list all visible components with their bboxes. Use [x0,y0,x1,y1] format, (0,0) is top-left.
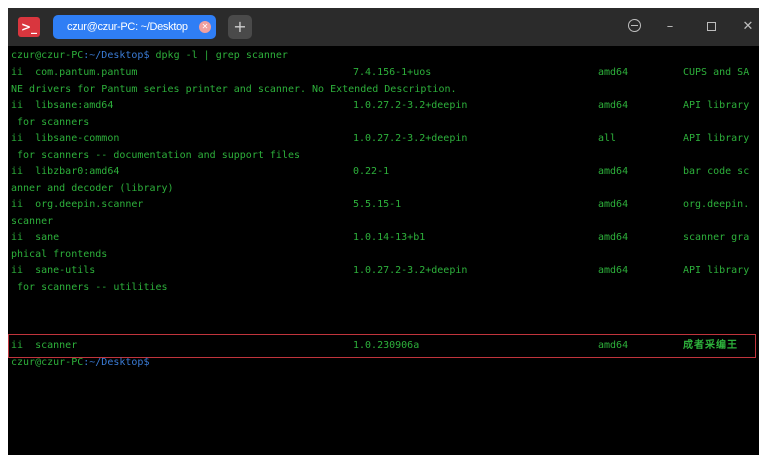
package-arch: all [598,133,617,144]
package-version: 7.4.156-1+uos [353,67,432,78]
prompt-path: :~/Desktop$ [83,357,150,368]
package-description: API library [683,133,750,144]
package-arch: amd64 [598,100,629,111]
wrapped-description-line: NE drivers for Pantum series printer and… [11,83,457,95]
package-name: ii libsane:amd64 [11,100,114,111]
command-line: czur@czur-PC:~/Desktop$ dpkg -l | grep s… [11,48,288,64]
package-name: ii com.pantum.pantum [11,67,138,78]
add-tab-button[interactable]: + [228,15,252,39]
wrapped-description-line: for scanners [11,116,90,128]
package-version: 1.0.27.2-3.2+deepin [353,265,468,276]
final-prompt: czur@czur-PC:~/Desktop$ [11,355,149,371]
package-version: 1.0.14-13+b1 [353,232,426,243]
tab-desktop[interactable]: czur@czur-PC: ~/Desktop ✕ [53,15,216,39]
package-arch: amd64 [598,340,629,351]
package-version: 1.0.230906a [353,340,420,351]
package-version: 0.22-1 [353,166,390,177]
package-name: ii libzbar0:amd64 [11,166,120,177]
terminal-icon[interactable]: >_ [18,17,40,37]
package-name: ii sane-utils [11,265,96,276]
prompt-path: :~/Desktop$ [83,50,150,61]
package-arch: amd64 [598,199,629,210]
prompt-user: czur@czur-PC [11,50,84,61]
package-arch: amd64 [598,166,629,177]
package-description: API library [683,100,750,111]
package-name: ii org.deepin.scanner [11,199,144,210]
tab-title: czur@czur-PC: ~/Desktop [67,21,188,33]
wrapped-description-line: scanner [11,215,54,227]
package-version: 1.0.27.2-3.2+deepin [353,133,468,144]
maximize-icon [706,22,716,31]
package-description: API library [683,265,750,276]
package-description: CUPS and SA [683,67,750,78]
package-description: scanner gra [683,232,750,243]
package-arch: amd64 [598,67,629,78]
package-arch: amd64 [598,232,629,243]
minimize-button[interactable]: – [659,17,681,37]
highlighted-package-row: ii scanner 1.0.230906a amd64 成者采编王 [11,338,737,354]
package-name: ii libsane-common [11,133,120,144]
menu-button[interactable] [623,17,645,37]
wrapped-description-line: for scanners -- documentation and suppor… [11,149,300,161]
title-bar: >_ czur@czur-PC: ~/Desktop ✕ + – ✕ [8,8,759,46]
package-description: bar code sc [683,166,750,177]
package-version: 1.0.27.2-3.2+deepin [353,100,468,111]
menu-icon [627,19,641,32]
prompt-user: czur@czur-PC [11,357,84,368]
wrapped-description-line: phical frontends [11,248,108,260]
package-name: ii scanner [11,340,78,351]
terminal-window: >_ czur@czur-PC: ~/Desktop ✕ + – ✕ czur@… [8,8,759,455]
wrapped-description-line: for scanners -- utilities [11,281,168,293]
tab-close-icon[interactable]: ✕ [199,21,211,33]
package-name: ii sane [11,232,60,243]
package-description: org.deepin. [683,199,750,210]
command-text: dpkg -l | grep scanner [149,50,288,61]
package-description: 成者采编王 [683,340,738,351]
package-arch: amd64 [598,265,629,276]
close-button[interactable]: ✕ [737,17,759,37]
terminal-output[interactable]: czur@czur-PC:~/Desktop$ dpkg -l | grep s… [8,46,759,455]
wrapped-description-line: anner and decoder (library) [11,182,174,194]
package-version: 5.5.15-1 [353,199,402,210]
maximize-button[interactable] [700,17,722,37]
